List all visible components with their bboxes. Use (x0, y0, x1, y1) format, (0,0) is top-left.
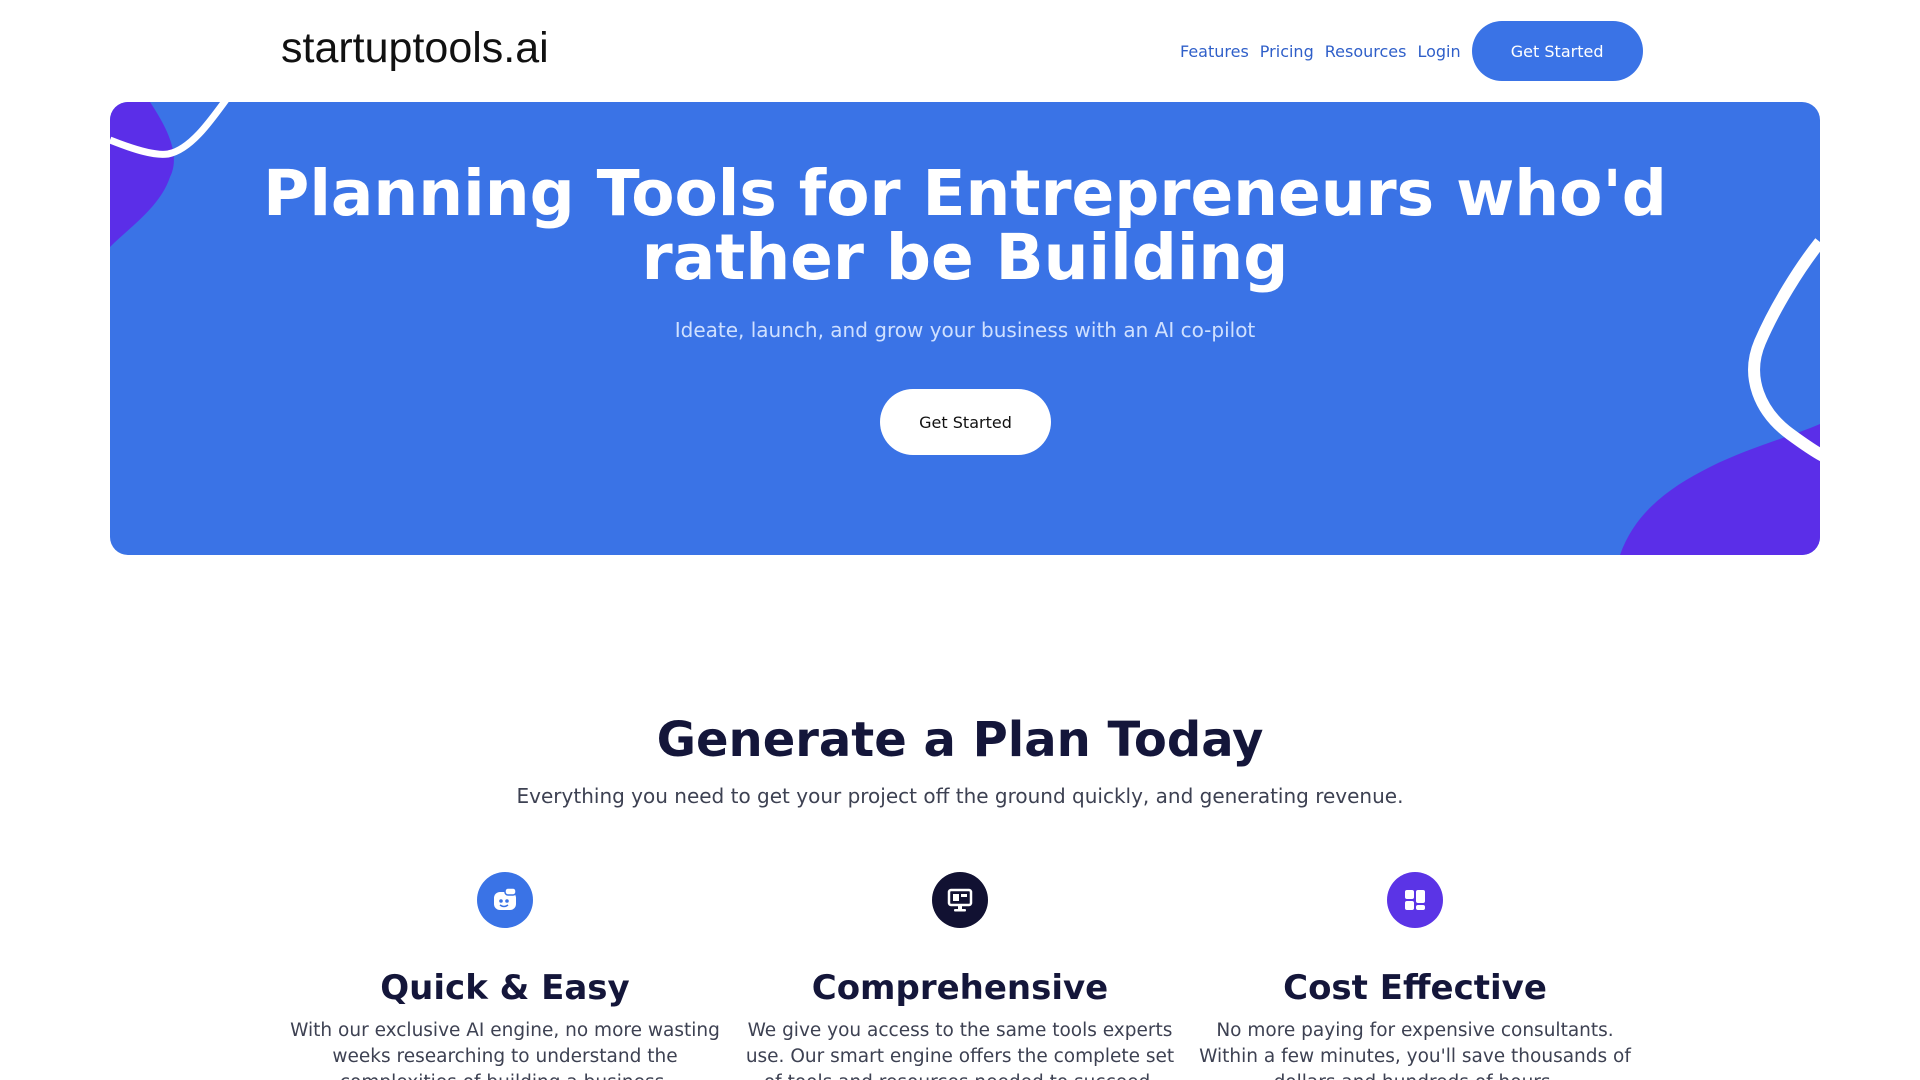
feature-title: Cost Effective (1283, 968, 1547, 1008)
nav-link-features[interactable]: Features (1180, 42, 1249, 61)
feature-description: With our exclusive AI engine, no more wa… (290, 1020, 720, 1080)
robot-chat-icon (477, 872, 533, 928)
feature-title: Quick & Easy (380, 968, 630, 1008)
logo[interactable]: startuptools.ai (281, 24, 549, 73)
nav-link-login[interactable]: Login (1417, 42, 1460, 61)
dashboard-grid-icon (1387, 872, 1443, 928)
section-title: Generate a Plan Today (656, 712, 1264, 768)
site-header: startuptools.ai Features Pricing Resourc… (0, 0, 1920, 102)
hero-title-line-1: Planning Tools for Entrepreneurs who'd (263, 157, 1667, 230)
page: startuptools.ai Features Pricing Resourc… (0, 0, 1920, 1080)
feature-description: No more paying for expensive consultants… (1199, 1020, 1631, 1080)
nav-link-resources[interactable]: Resources (1325, 42, 1407, 61)
section-subtitle: Everything you need to get your project … (516, 784, 1404, 808)
header-get-started-button[interactable]: Get Started (1471, 21, 1643, 81)
hero-title-line-2: rather be Building (641, 221, 1289, 294)
feature-title: Comprehensive (811, 968, 1109, 1008)
features-row: Quick & Easy With our exclusive AI engin… (281, 872, 1639, 1080)
hero-banner: Planning Tools for Entrepreneurs who'd r… (110, 102, 1820, 555)
monitor-icon (932, 872, 988, 928)
feature-description: We give you access to the same tools exp… (745, 1020, 1175, 1080)
hero-subtitle: Ideate, launch, and grow your business w… (674, 318, 1256, 342)
main-nav: Features Pricing Resources Login Get Sta… (1180, 21, 1643, 81)
nav-link-pricing[interactable]: Pricing (1260, 42, 1314, 61)
hero-title: Planning Tools for Entrepreneurs who'd r… (110, 162, 1820, 290)
hero-get-started-button[interactable]: Get Started (880, 389, 1051, 455)
